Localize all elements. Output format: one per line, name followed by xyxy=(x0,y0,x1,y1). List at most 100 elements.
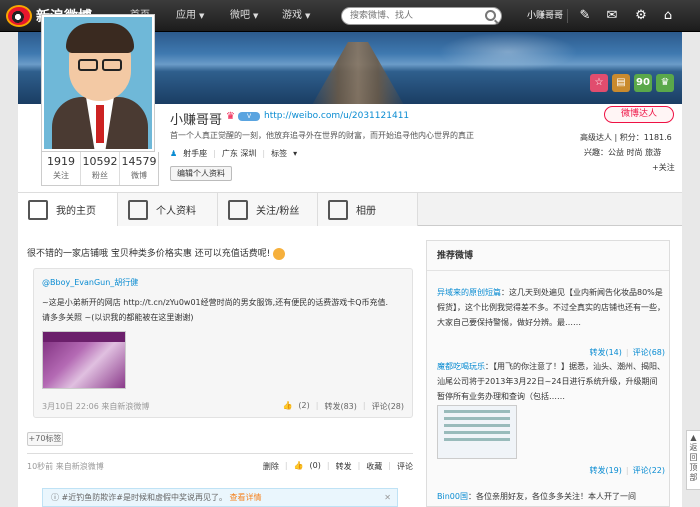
post-actions: 删除 | 👍 (0) | 转发 | 收藏 | 评论 xyxy=(263,461,413,472)
add-tag-button[interactable]: +70标签 xyxy=(27,432,63,446)
back-to-top-label: 返回顶部 xyxy=(689,443,698,482)
close-icon[interactable]: ✕ xyxy=(384,489,391,506)
tab-follow-fans[interactable]: 关注/粉丝 xyxy=(218,193,318,226)
repost-image[interactable] xyxy=(42,331,126,389)
delete-button[interactable]: 删除 xyxy=(263,461,279,472)
edit-icon[interactable]: ✎ xyxy=(578,9,592,23)
profile-url[interactable]: http://weibo.com/u/2031121411 xyxy=(264,111,409,121)
recommended-item: Bin00国：各位亲朋好友，各位多多关注！本人开了一间 xyxy=(437,489,665,504)
favorite-button[interactable]: 收藏 xyxy=(366,461,382,472)
back-to-top-button[interactable]: ▲ 返回顶部 xyxy=(686,430,700,490)
tab-label: 我的主页 xyxy=(56,206,96,217)
stat-posts[interactable]: 14579 微博 xyxy=(120,152,158,185)
tab-label: 个人资料 xyxy=(156,206,196,217)
stat-num: 14579 xyxy=(121,155,157,168)
crown-icon[interactable]: ♛ xyxy=(656,74,674,92)
divider: | xyxy=(284,461,288,470)
settings-gear-icon[interactable]: ⚙ xyxy=(634,9,648,23)
chevron-down-icon: ▾ xyxy=(293,149,298,158)
nav-weiba[interactable]: 微吧 ▼ xyxy=(230,0,258,32)
caret-down-icon: ▼ xyxy=(305,12,311,20)
interest-info: 兴趣：公益 时尚 旅游 xyxy=(584,148,662,157)
rec-author[interactable]: 异域来的原创短篇 xyxy=(437,288,501,297)
caret-down-icon: ▼ xyxy=(199,12,205,20)
stat-following[interactable]: 1919 关注 xyxy=(42,152,81,185)
post-time[interactable]: 10秒前 xyxy=(27,462,53,471)
tag-labels[interactable]: 标签 xyxy=(271,148,287,159)
repost-author[interactable]: @Bboy_EvanGun_胡行健 xyxy=(42,277,138,288)
rank-icon[interactable]: 90 xyxy=(634,74,652,92)
cover-pier xyxy=(308,42,408,104)
person-icon xyxy=(128,199,148,220)
search-input[interactable] xyxy=(350,8,485,24)
repost-meta: 3月10日 22:06 来自新浪微博 xyxy=(42,401,149,412)
edit-profile-button[interactable]: 编辑个人资料 xyxy=(170,166,232,181)
rec-image[interactable] xyxy=(437,405,517,459)
person-icon: ♟ xyxy=(170,149,178,158)
stat-label: 微博 xyxy=(131,171,147,180)
repost-forward[interactable]: 转发(83) xyxy=(324,401,356,412)
tab-label: 相册 xyxy=(356,206,376,217)
home-shortcut-icon[interactable]: ⌂ xyxy=(661,9,675,23)
tab-profile-info[interactable]: 个人资料 xyxy=(118,193,218,226)
vip-crown-icon: ♛ xyxy=(226,111,235,122)
like-icon[interactable]: 👍 xyxy=(294,461,304,472)
post-source[interactable]: 来自新浪微博 xyxy=(56,462,104,471)
rec-author[interactable]: Bin00国 xyxy=(437,492,468,501)
image-line xyxy=(444,410,510,413)
stat-followers[interactable]: 10592 粉丝 xyxy=(81,152,120,185)
anti-fraud-notice: ⓘ #近钓鱼防欺诈#是时候和虚假中奖说再见了。 查看详情 ✕ xyxy=(42,488,398,507)
divider xyxy=(27,453,413,454)
profile-bio: 首一个人真正觉醒的一刻，他放弃追寻外在世界的财富，而开始追寻他内心世界的真正 xyxy=(170,131,474,140)
avatar-image xyxy=(44,17,152,149)
emoji-icon xyxy=(273,247,286,260)
avatar[interactable] xyxy=(41,14,155,152)
rec-comment[interactable]: 评论(22) xyxy=(633,466,665,475)
profile-tags: ♟ 射手座 | 广东 深圳 | 标签 ▾ xyxy=(170,148,297,159)
repost-text-line2: 请多多关照 ~(以识我的都能被在这里谢谢) xyxy=(42,313,194,322)
like-count[interactable]: (0) xyxy=(310,461,321,472)
tab-album[interactable]: 相册 xyxy=(318,193,418,226)
stat-num: 10592 xyxy=(82,155,118,168)
tag-location[interactable]: 广东 深圳 xyxy=(222,148,257,159)
message-icon[interactable]: ✉ xyxy=(605,9,619,23)
divider: | xyxy=(388,461,391,470)
star-icon[interactable]: ☆ xyxy=(590,74,608,92)
comment-button[interactable]: 评论 xyxy=(397,461,413,472)
divider: | xyxy=(315,401,319,410)
tab-my-home[interactable]: 我的主页 xyxy=(18,193,118,226)
weibo-expert-badge[interactable]: 微博达人 xyxy=(604,106,674,123)
nav-apps-label: 应用 xyxy=(176,10,196,21)
top-username[interactable]: 小赚哥哥 xyxy=(527,0,563,32)
divider: | xyxy=(357,461,361,470)
rec-forward[interactable]: 转发(14) xyxy=(589,348,621,357)
medal-icons: ☆ ▤ 90 ♛ xyxy=(590,74,674,92)
rec-comment[interactable]: 评论(68) xyxy=(633,348,665,357)
repost-time[interactable]: 3月10日 22:06 xyxy=(42,402,99,411)
like-count[interactable]: (2) xyxy=(298,401,309,412)
card-icon[interactable]: ▤ xyxy=(612,74,630,92)
profile-tabs: 我的主页 个人资料 关注/粉丝 相册 xyxy=(18,192,682,226)
notice-link[interactable]: 查看详情 xyxy=(230,493,262,502)
avatar-glasses-right xyxy=(102,59,122,71)
repost-source[interactable]: 来自新浪微博 xyxy=(101,402,149,411)
image-line xyxy=(444,424,510,427)
more-link[interactable]: +关注 xyxy=(652,162,675,173)
search-icon[interactable] xyxy=(485,10,496,21)
like-icon[interactable]: 👍 xyxy=(282,401,292,412)
divider: | xyxy=(262,149,266,158)
repost-comment[interactable]: 评论(28) xyxy=(372,401,404,412)
nav-apps[interactable]: 应用 ▼ xyxy=(176,0,204,32)
nav-games-label: 游戏 xyxy=(282,10,302,21)
verified-tag-icon: V xyxy=(238,112,260,121)
repost-actions: 👍 (2) | 转发(83) | 评论(28) xyxy=(282,401,404,412)
rec-forward[interactable]: 转发(19) xyxy=(589,466,621,475)
search-box xyxy=(341,7,502,25)
divider: | xyxy=(625,466,629,475)
rec-author[interactable]: 魔都吃喝玩乐 xyxy=(437,362,485,371)
nav-games[interactable]: 游戏 ▼ xyxy=(282,0,310,32)
divider xyxy=(567,9,568,23)
badge-label: 微博达人 xyxy=(620,109,657,119)
tag-zodiac[interactable]: 射手座 xyxy=(183,148,207,159)
forward-button[interactable]: 转发 xyxy=(336,461,352,472)
